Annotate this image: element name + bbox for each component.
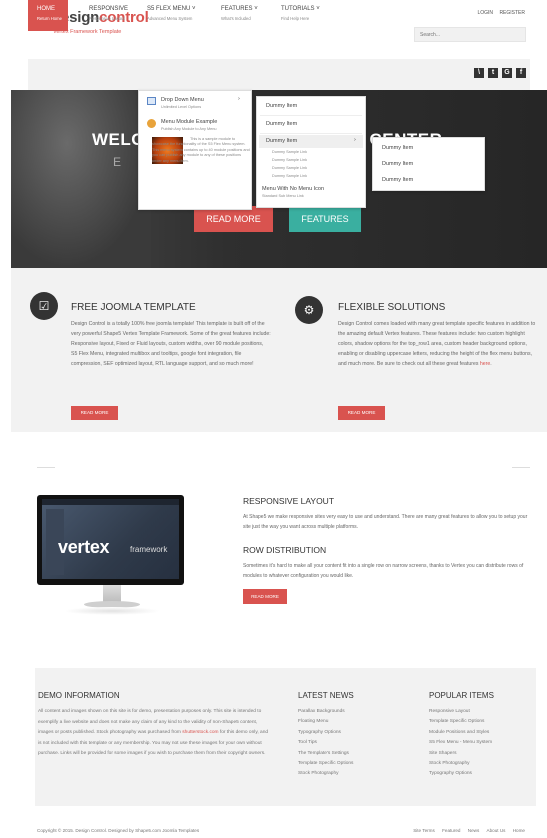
news-link[interactable]: Parallax Backgrounds — [298, 707, 353, 717]
here-link[interactable]: here — [480, 361, 490, 367]
dummy-item[interactable]: Dummy Item — [266, 138, 297, 144]
nav-label: RESPONSIVE — [89, 6, 129, 12]
feature-body: Design Control is a totally 100% free jo… — [71, 321, 271, 367]
dummy-sample-link[interactable]: Dummy Sample Link — [272, 166, 307, 170]
window-icon — [147, 97, 156, 105]
popular-link[interactable]: Stock Photography — [429, 759, 492, 769]
news-link[interactable]: The Template's Settings — [298, 749, 353, 759]
popular-link[interactable]: Typography Options — [429, 769, 492, 779]
dummy-item[interactable]: Dummy Item — [266, 103, 297, 109]
menu-item-sub: Publish Any Module to Any Menu — [161, 127, 217, 131]
nav-label: HOME — [37, 6, 55, 12]
module-icon — [147, 119, 156, 128]
popular-link[interactable]: Responsive Layout — [429, 707, 492, 717]
menu-item-no-icon[interactable]: Menu With No Menu Icon — [262, 186, 324, 192]
popular-link[interactable]: Module Positions and Styles — [429, 728, 492, 738]
nav-sub: What's Included — [221, 16, 251, 21]
footer-heading: POPULAR ITEMS — [429, 691, 494, 700]
search-input[interactable] — [414, 27, 526, 42]
checkbox-icon: ☑ — [30, 292, 58, 320]
menu-item-sub: Unlimited Level Options — [161, 105, 202, 109]
main-nav — [28, 59, 530, 90]
section-heading: ROW DISTRIBUTION — [243, 545, 327, 555]
news-link[interactable]: News — [468, 828, 480, 833]
nav-sub: Find Help Here — [281, 16, 310, 21]
nav-sub: Return Home — [37, 16, 62, 21]
site-terms-link[interactable]: Site Terms — [413, 828, 435, 833]
menu-item-dropdown[interactable]: Drop Down Menu — [161, 97, 204, 103]
dummy-sample-link[interactable]: Dummy Sample Link — [272, 158, 307, 162]
chevron-right-icon: › — [354, 137, 356, 143]
section-text: Sometimes it's hard to make all your con… — [243, 563, 524, 579]
popular-link[interactable]: Template Specific Options — [429, 717, 492, 727]
divider — [37, 467, 55, 468]
news-link[interactable]: Typography Options — [298, 728, 353, 738]
top-links: LOGIN REGISTER — [472, 10, 525, 16]
home-link[interactable]: Home — [513, 828, 525, 833]
module-text: This is a sample module to showcase the … — [152, 137, 250, 163]
hero-subtitle: E — [113, 155, 122, 169]
bottom-links: Site Terms Featured News About Us Home — [407, 828, 525, 833]
vertex-logo-word: vertex — [58, 537, 110, 557]
dummy-sample-link[interactable]: Dummy Sample Link — [272, 174, 307, 178]
gears-icon: ⚙ — [295, 296, 323, 324]
section-heading: RESPONSIVE LAYOUT — [243, 496, 335, 506]
news-link[interactable]: Stock Photography — [298, 769, 353, 779]
nav-sub: Advanced Menu System — [147, 16, 193, 21]
footer-heading: LATEST NEWS — [298, 691, 354, 700]
divider — [512, 467, 530, 468]
section-text: At Shape5 we make responsive sites very … — [243, 514, 528, 530]
nav-flex-menu[interactable]: S5 FLEX MENU ˅ Advanced Menu System — [138, 0, 213, 31]
vertex-logo-framework: framework — [130, 545, 168, 554]
featured-link[interactable]: Featured — [442, 828, 460, 833]
news-link[interactable]: Template Specific Options — [298, 759, 353, 769]
menu-item-sub: Standard Sub Menu Link — [262, 194, 304, 198]
hero-title-left: WELC — [92, 130, 145, 149]
facebook-icon[interactable]: f — [516, 68, 526, 78]
google-icon[interactable]: G — [502, 68, 512, 78]
copyright: Copyright © 2015. Design Control. Design… — [37, 828, 200, 833]
login-link[interactable]: LOGIN — [477, 10, 493, 16]
hero-features-button[interactable]: FEATURES — [289, 206, 361, 232]
shutterstock-link[interactable]: shutterstock.com — [182, 730, 218, 735]
newspaper-image — [11, 90, 151, 268]
nav-home[interactable]: HOME Return Home — [28, 0, 68, 31]
menu-item-module[interactable]: Menu Module Example — [161, 119, 217, 125]
popular-list: Responsive Layout Template Specific Opti… — [429, 707, 492, 780]
dummy-item[interactable]: Dummy Item — [382, 161, 413, 167]
news-link[interactable]: Floating Menu — [298, 717, 353, 727]
showcase-read-more-button[interactable]: READ MORE — [243, 589, 287, 604]
popular-link[interactable]: Site Shapers — [429, 749, 492, 759]
feature-read-more-button[interactable]: READ MORE — [71, 406, 118, 420]
rss-icon[interactable]: \ — [474, 68, 484, 78]
about-link[interactable]: About Us — [487, 828, 506, 833]
feature-body: Design Control comes loaded with many gr… — [338, 321, 536, 367]
dummy-item[interactable]: Dummy Item — [382, 177, 413, 183]
monitor-shadow — [64, 607, 160, 615]
nav-label: FEATURES ˅ — [221, 6, 258, 12]
nav-sub: Responsive Layout — [89, 16, 125, 21]
dummy-sample-link[interactable]: Dummy Sample Link — [272, 150, 307, 154]
demo-info-text: All content and images shown on this sit… — [38, 709, 269, 757]
nav-features[interactable]: FEATURES ˅ What's Included — [212, 0, 272, 31]
news-link[interactable]: Tool Tips — [298, 738, 353, 748]
feature-title: FLEXIBLE SOLUTIONS — [338, 302, 446, 313]
feature-title: FREE JOOMLA TEMPLATE — [71, 302, 196, 313]
feature-read-more-button[interactable]: READ MORE — [338, 406, 385, 420]
chevron-right-icon: › — [238, 96, 240, 102]
nav-label: TUTORIALS ˅ — [281, 6, 320, 12]
register-link[interactable]: REGISTER — [499, 10, 525, 16]
nav-label: S5 FLEX MENU ˅ — [147, 6, 196, 12]
nav-responsive[interactable]: RESPONSIVE Responsive Layout — [80, 0, 134, 31]
dummy-item[interactable]: Dummy Item — [382, 145, 413, 151]
news-list: Parallax Backgrounds Floating Menu Typog… — [298, 707, 353, 780]
footer-heading: DEMO INFORMATION — [38, 691, 120, 700]
dummy-item[interactable]: Dummy Item — [266, 121, 297, 127]
twitter-icon[interactable]: t — [488, 68, 498, 78]
popular-link[interactable]: S5 Flex Menu - Menu System — [429, 738, 492, 748]
nav-tutorials[interactable]: TUTORIALS ˅ Find Help Here — [272, 0, 342, 31]
